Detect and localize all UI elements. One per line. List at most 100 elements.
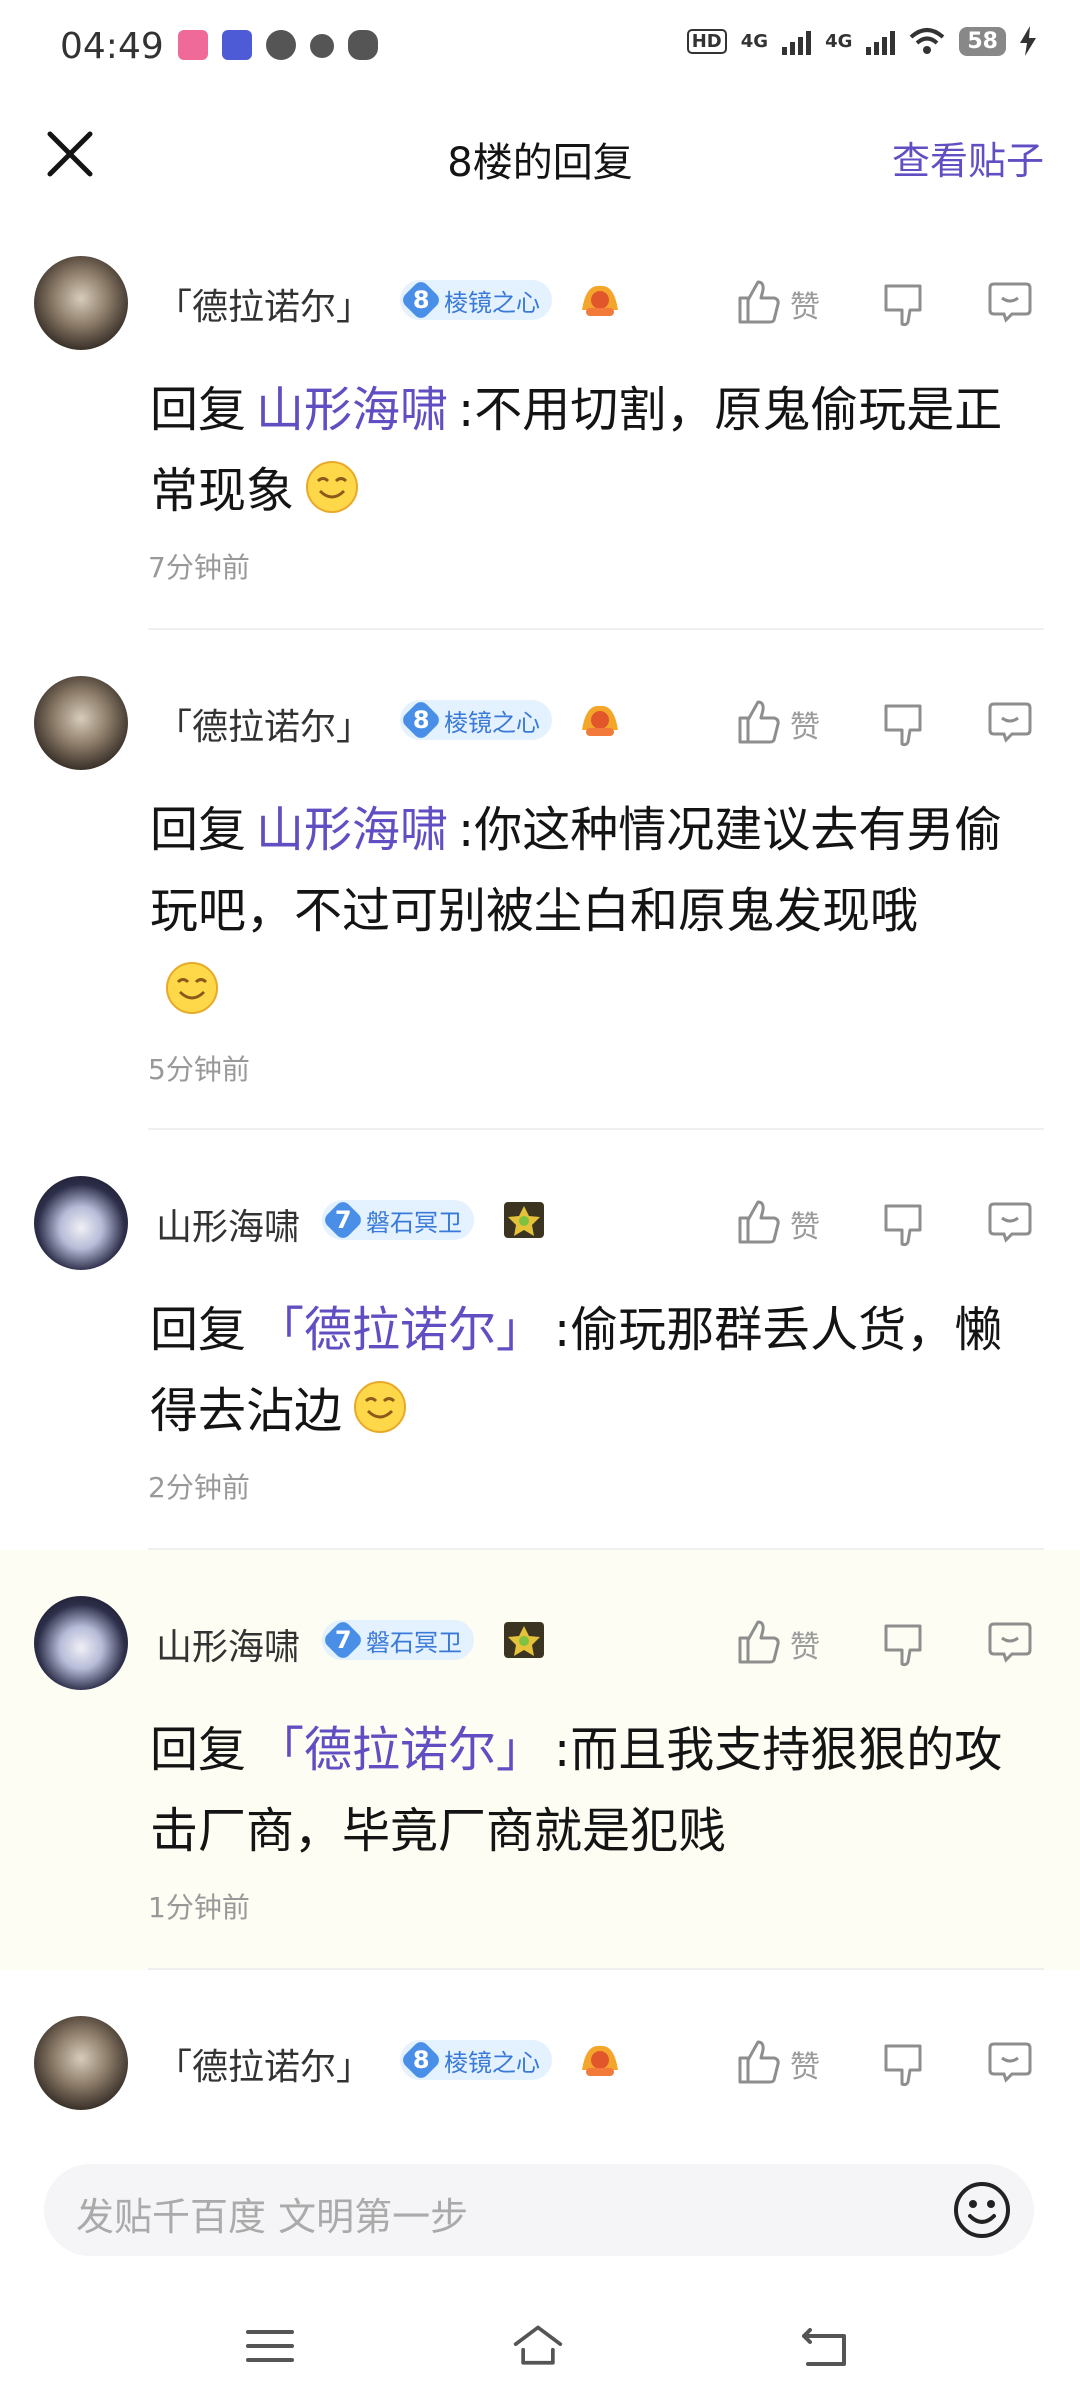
reply-target-link[interactable]: 「德拉诺尔」 <box>256 1302 544 1358</box>
input-placeholder: 发贴千百度 文明第一步 <box>76 2195 469 2239</box>
bilibili-app-icon <box>178 30 208 60</box>
chat-bubble-icon <box>310 34 334 58</box>
thumb-down-icon[interactable] <box>880 2040 928 2088</box>
view-post-link[interactable]: 查看贴子 <box>892 130 1044 185</box>
thumb-down-icon[interactable] <box>880 700 928 748</box>
avatar[interactable] <box>34 2016 128 2110</box>
level-number: 8 <box>412 285 430 314</box>
status-bar: 04:49 HD 4G 4G 58 <box>0 0 1080 100</box>
reply-item: 「德拉诺尔」 8 棱镜之心 赞 回复 山形海啸:你这种情况建议去有男偷玩吧，不过可… <box>0 630 1080 1130</box>
username[interactable]: 「德拉诺尔」 <box>156 2038 372 2090</box>
wechat-icon <box>348 30 378 60</box>
thumb-up-icon[interactable] <box>734 698 782 746</box>
level-name: 棱镜之心 <box>444 708 540 737</box>
reply-target-link[interactable]: 山形海啸 <box>256 802 448 858</box>
charging-icon <box>1020 26 1036 56</box>
menu-icon[interactable] <box>244 2320 296 2372</box>
smile-emoji-icon <box>306 461 359 513</box>
comment-icon[interactable] <box>986 2038 1034 2086</box>
reply-prefix: 回复 <box>150 802 247 858</box>
avatar[interactable] <box>34 676 128 770</box>
level-badge: 7 磐石冥卫 <box>321 1618 474 1662</box>
medal-icon <box>582 705 618 736</box>
comment-icon[interactable] <box>986 698 1034 746</box>
like-label[interactable]: 赞 <box>790 282 820 326</box>
level-badge: 8 棱镜之心 <box>399 2038 552 2082</box>
medal-icon <box>582 2045 618 2076</box>
smile-emoji-icon <box>354 1381 407 1433</box>
avatar[interactable] <box>34 1596 128 1690</box>
comment-input[interactable]: 发贴千百度 文明第一步 <box>44 2164 1034 2256</box>
thumb-down-icon[interactable] <box>880 1620 928 1668</box>
reply-item: 山形海啸 7 磐石冥卫 赞 回复 「德拉诺尔」:偷玩那群丢人货，懒得去沾边 2分钟… <box>0 1130 1080 1550</box>
level-name: 磐石冥卫 <box>366 1208 462 1237</box>
comment-icon[interactable] <box>986 278 1034 326</box>
username[interactable]: 「德拉诺尔」 <box>156 698 372 750</box>
home-icon[interactable] <box>512 2320 564 2372</box>
reply-time: 2分钟前 <box>148 1471 250 1504</box>
reply-time: 1分钟前 <box>148 1891 250 1924</box>
reply-content: 回复 「德拉诺尔」:而且我支持狠狠的攻击厂商，毕竟厂商就是犯贱 <box>150 1710 1040 1872</box>
level-number: 7 <box>334 1205 352 1234</box>
notification-icons <box>178 30 378 60</box>
reply-prefix: 回复 <box>150 1722 247 1778</box>
signal-icon <box>782 27 812 55</box>
level-number: 7 <box>334 1625 352 1654</box>
reply-content: 回复 山形海啸:你这种情况建议去有男偷玩吧，不过可别被尘白和原鬼发现哦 <box>150 790 1040 1033</box>
medal-icon <box>582 285 618 316</box>
network-label: 4G <box>740 30 769 52</box>
level-number: 8 <box>412 705 430 734</box>
reply-target-link[interactable]: 山形海啸 <box>256 382 448 438</box>
comment-icon[interactable] <box>986 1618 1034 1666</box>
status-time: 04:49 <box>60 26 164 67</box>
back-icon[interactable] <box>800 2320 852 2372</box>
thumb-up-icon[interactable] <box>734 2038 782 2086</box>
reply-item: 「德拉诺尔」 8 棱镜之心 赞 回复 山形海啸:不用切割，原鬼偷玩是正常现象 7分… <box>0 210 1080 630</box>
level-name: 棱镜之心 <box>444 2048 540 2077</box>
header: 8楼的回复 查看贴子 <box>0 100 1080 210</box>
like-label[interactable]: 赞 <box>790 1202 820 1246</box>
database-icon <box>266 30 296 60</box>
username[interactable]: 山形海啸 <box>156 1198 300 1250</box>
level-badge: 8 棱镜之心 <box>399 278 552 322</box>
like-label[interactable]: 赞 <box>790 702 820 746</box>
level-number: 8 <box>412 2045 430 2074</box>
reply-item-highlighted: 山形海啸 7 磐石冥卫 赞 回复 「德拉诺尔」:而且我支持狠狠的攻击厂商，毕竟厂商… <box>0 1550 1080 1970</box>
reply-item: 「德拉诺尔」 8 棱镜之心 赞 <box>0 1970 1080 2142</box>
level-badge: 7 磐石冥卫 <box>321 1198 474 1242</box>
medal-icon <box>504 1202 544 1238</box>
reply-content: 回复 山形海啸:不用切割，原鬼偷玩是正常现象 <box>150 370 1040 532</box>
thumb-down-icon[interactable] <box>880 280 928 328</box>
hd-icon: HD <box>686 28 727 54</box>
medal-icon <box>504 1622 544 1658</box>
status-indicators: HD 4G 4G 58 <box>686 26 1036 56</box>
thumb-down-icon[interactable] <box>880 1200 928 1248</box>
reply-time: 7分钟前 <box>148 551 250 584</box>
tieba-app-icon <box>222 30 252 60</box>
level-name: 磐石冥卫 <box>366 1628 462 1657</box>
thumb-up-icon[interactable] <box>734 1618 782 1666</box>
avatar[interactable] <box>34 256 128 350</box>
emoji-icon[interactable] <box>952 2180 1012 2240</box>
reply-content: 回复 「德拉诺尔」:偷玩那群丢人货，懒得去沾边 <box>150 1290 1040 1452</box>
reply-target-link[interactable]: 「德拉诺尔」 <box>256 1722 544 1778</box>
thumb-up-icon[interactable] <box>734 278 782 326</box>
level-name: 棱镜之心 <box>444 288 540 317</box>
network-label-2: 4G <box>825 30 853 52</box>
comment-icon[interactable] <box>986 1198 1034 1246</box>
battery-indicator: 58 <box>959 26 1006 56</box>
wifi-icon <box>910 28 945 54</box>
signal-icon-2 <box>866 27 896 55</box>
thumb-up-icon[interactable] <box>734 1198 782 1246</box>
smile-emoji-icon <box>166 962 218 1014</box>
reply-time: 5分钟前 <box>148 1053 250 1086</box>
like-label[interactable]: 赞 <box>790 2042 820 2086</box>
system-nav-bar <box>0 2282 1080 2404</box>
avatar[interactable] <box>34 1176 128 1270</box>
reply-prefix: 回复 <box>150 382 247 438</box>
username[interactable]: 山形海啸 <box>156 1618 300 1670</box>
level-badge: 8 棱镜之心 <box>399 698 552 742</box>
like-label[interactable]: 赞 <box>790 1622 820 1666</box>
reply-prefix: 回复 <box>150 1302 247 1358</box>
username[interactable]: 「德拉诺尔」 <box>156 278 372 330</box>
